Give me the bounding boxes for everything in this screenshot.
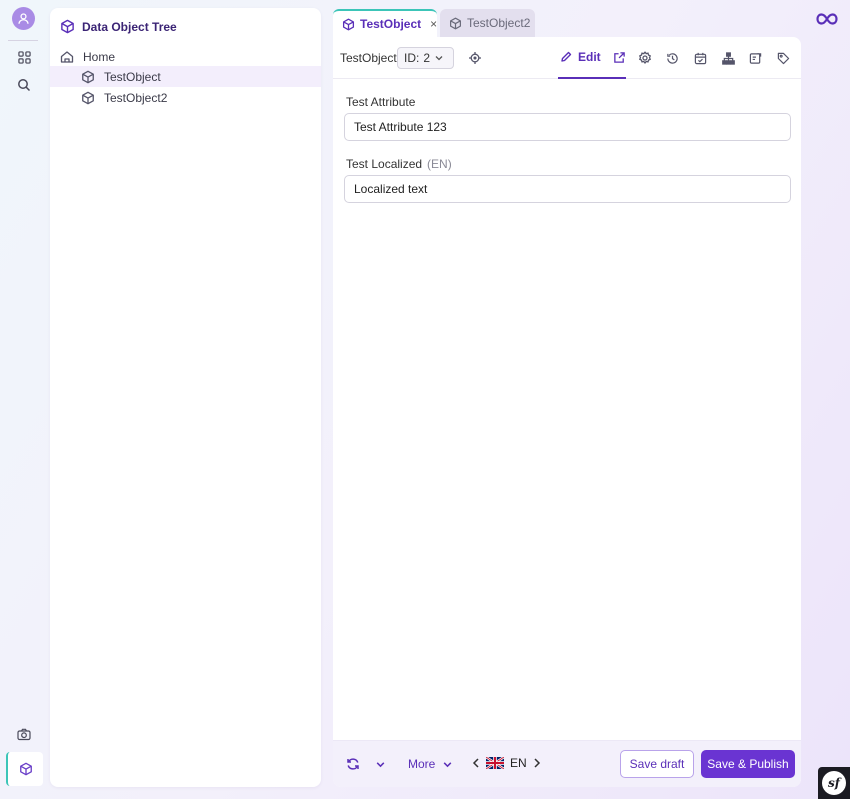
chevron-down-icon bbox=[442, 759, 453, 770]
chevron-down-icon[interactable] bbox=[375, 759, 386, 770]
field-label-test-localized: Test Localized (EN) bbox=[346, 157, 452, 171]
tree-header: Data Object Tree bbox=[60, 19, 177, 34]
infinity-logo-icon bbox=[816, 12, 838, 26]
language-code[interactable]: EN bbox=[510, 756, 527, 770]
id-select[interactable]: ID: 2 bbox=[397, 47, 454, 69]
history-icon[interactable] bbox=[664, 50, 680, 66]
pencil-icon bbox=[560, 51, 572, 63]
tab-testobject2[interactable]: TestObject2 bbox=[440, 9, 535, 37]
tree-item-testobject[interactable]: TestObject bbox=[50, 66, 321, 87]
symfony-toolbar-badge[interactable]: sf bbox=[818, 767, 850, 799]
notes-icon[interactable] bbox=[747, 50, 763, 66]
tree-item-label: TestObject2 bbox=[104, 90, 168, 105]
field-label-test-attribute: Test Attribute bbox=[346, 95, 416, 109]
test-localized-input[interactable] bbox=[344, 175, 791, 203]
refresh-icon[interactable] bbox=[346, 757, 360, 771]
more-label: More bbox=[408, 757, 436, 771]
language-suffix: (EN) bbox=[427, 157, 452, 171]
chevron-right-icon[interactable] bbox=[533, 757, 541, 769]
tab-testobject[interactable]: TestObject × bbox=[333, 9, 437, 37]
tag-icon[interactable] bbox=[775, 50, 791, 66]
object-editor-panel: TestObject ID: 2 Edit Test Attribute Tes… bbox=[333, 37, 801, 787]
crosshair-icon[interactable] bbox=[467, 50, 483, 66]
symfony-logo-icon: sf bbox=[822, 771, 846, 795]
chevron-down-icon bbox=[434, 53, 444, 63]
data-object-cube-icon[interactable] bbox=[6, 752, 43, 786]
id-label: ID: bbox=[404, 51, 420, 65]
hierarchy-icon[interactable] bbox=[720, 50, 736, 66]
tree-item-label: TestObject bbox=[104, 69, 161, 84]
more-button[interactable]: More bbox=[408, 757, 453, 771]
external-link-icon[interactable] bbox=[613, 51, 626, 64]
user-avatar-icon[interactable] bbox=[12, 7, 35, 30]
save-and-publish-button[interactable]: Save & Publish bbox=[701, 750, 795, 778]
uk-flag-icon bbox=[486, 757, 504, 769]
tree-title: Data Object Tree bbox=[82, 19, 177, 34]
dashboard-grid-icon[interactable] bbox=[11, 45, 37, 69]
cube-icon bbox=[342, 18, 355, 31]
calendar-check-icon[interactable] bbox=[692, 50, 708, 66]
test-attribute-input[interactable] bbox=[344, 113, 791, 141]
close-icon[interactable]: × bbox=[430, 17, 437, 31]
editor-footer: More EN Save draft Save & Publish bbox=[333, 740, 801, 787]
tab-edit[interactable]: Edit bbox=[558, 37, 626, 79]
rail-divider bbox=[8, 40, 38, 41]
chevron-left-icon[interactable] bbox=[472, 757, 480, 769]
edit-label: Edit bbox=[578, 50, 601, 64]
tree-item-testobject2[interactable]: TestObject2 bbox=[50, 87, 321, 108]
left-rail bbox=[0, 0, 46, 799]
tab-label: TestObject2 bbox=[467, 16, 531, 30]
save-draft-button[interactable]: Save draft bbox=[620, 750, 694, 778]
data-object-tree-panel: Data Object Tree Home TestObject TestObj… bbox=[50, 8, 321, 787]
language-switcher: EN bbox=[472, 756, 541, 770]
tree-item-home[interactable]: Home bbox=[50, 46, 321, 67]
id-value: 2 bbox=[423, 51, 431, 65]
cube-icon bbox=[449, 17, 462, 30]
search-icon[interactable] bbox=[11, 73, 37, 97]
tab-label: TestObject bbox=[360, 17, 422, 31]
tree-item-label: Home bbox=[83, 49, 116, 64]
home-icon bbox=[60, 50, 74, 64]
cube-icon bbox=[60, 19, 75, 34]
cube-icon bbox=[81, 70, 95, 84]
gear-icon[interactable] bbox=[637, 50, 653, 66]
cube-icon bbox=[81, 91, 95, 105]
editor-toolbar: TestObject ID: 2 Edit bbox=[333, 37, 801, 79]
object-name-label: TestObject bbox=[340, 51, 397, 65]
camera-icon[interactable] bbox=[11, 722, 37, 746]
